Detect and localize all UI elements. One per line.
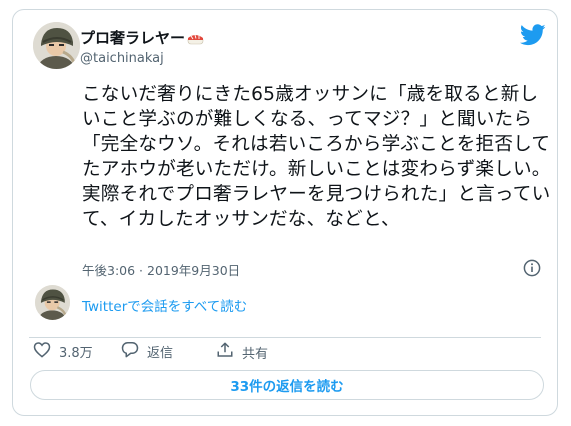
author-display-name[interactable]: プロ奢ラレヤー (80, 27, 204, 50)
share-label: 共有 (242, 346, 269, 362)
display-name-text: プロ奢ラレヤー (80, 29, 186, 47)
reply-button[interactable]: 返信 (121, 341, 173, 362)
author-avatar[interactable] (33, 22, 80, 69)
tweet-text: こないだ奢りにきた65歳オッサンに「歳を取ると新しいこと学ぶのが難しくなる、って… (82, 84, 551, 230)
divider (29, 337, 541, 338)
read-conversation-link[interactable]: Twitterで会話をすべて読む (82, 295, 247, 315)
speech-bubble-icon (121, 341, 147, 362)
sushi-icon (187, 31, 204, 50)
twitter-bird-icon[interactable] (519, 24, 546, 46)
share-upload-icon (216, 341, 242, 363)
like-count: 3.8万 (59, 346, 93, 361)
conversation-avatar[interactable] (35, 285, 70, 320)
share-button[interactable]: 共有 (216, 341, 268, 363)
reply-label: 返信 (147, 346, 174, 361)
read-replies-button[interactable]: 33件の返信を読む (30, 370, 544, 400)
heart-icon (33, 341, 59, 362)
tweet-card: プロ奢ラレヤー @taichinakaj こないだ奢りにきた65歳オッサンに「歳… (12, 9, 558, 416)
author-handle[interactable]: @taichinakaj (80, 51, 164, 66)
like-button[interactable]: 3.8万 (33, 341, 93, 362)
info-icon[interactable] (523, 259, 541, 277)
tweet-timestamp[interactable]: 午後3:06 · 2019年9月30日 (82, 260, 240, 279)
